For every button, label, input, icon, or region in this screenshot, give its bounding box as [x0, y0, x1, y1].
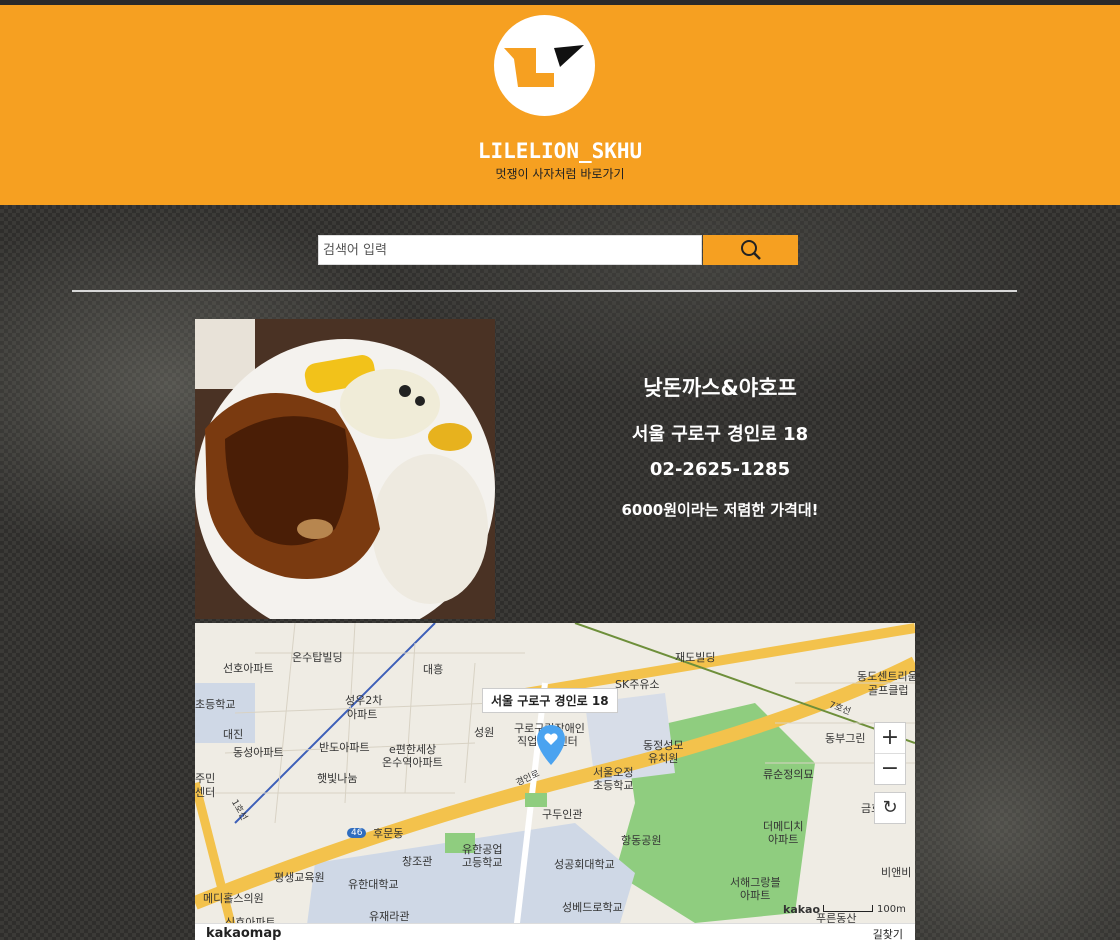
map-label: 초등학교 [195, 698, 236, 711]
restaurant-description: 6000원이라는 저렴한 가격대! [621, 501, 819, 519]
map-label: 항동공원 [621, 834, 662, 847]
map-label: 센터 [195, 786, 216, 799]
restaurant-phone: 02-2625-1285 [649, 459, 791, 480]
map-label: 대흥 [423, 663, 444, 676]
map-label: 온수탑빌딩 [292, 651, 343, 664]
restaurant-name: 낮돈까스&야호프 [643, 376, 797, 400]
restaurant-address: 서울 구로구 경인로 18 [631, 424, 809, 445]
brand-name[interactable]: LILELION_SKHU [0, 139, 1120, 163]
kakao-logo: kakao [783, 903, 821, 916]
map-label: 골프클럽 [868, 684, 909, 697]
map-label: 비앤비 [881, 866, 912, 879]
map-label: 동부그린 [825, 732, 866, 745]
search-button[interactable] [703, 235, 798, 265]
reset-button[interactable]: ↻ [875, 793, 905, 823]
zoom-controls: + − [874, 722, 906, 785]
map-label: 고등학교 [462, 856, 503, 869]
map-label: 유재라관 [369, 910, 410, 923]
map-label: 창조관 [402, 855, 433, 868]
section-divider [72, 290, 1017, 292]
map-label: 대진 [223, 728, 244, 741]
map-label: 구두인관 [542, 808, 583, 821]
map-label: 평생교육원 [274, 871, 325, 884]
directions-link[interactable]: 길찾기 [873, 926, 903, 940]
map-label: 후문동 [373, 827, 404, 840]
marker-label: 서울 구로구 경인로 18 [482, 688, 618, 713]
road-number-badge: 46 [347, 828, 367, 838]
search-icon [740, 240, 761, 260]
zoom-in-button[interactable]: + [875, 723, 905, 754]
restaurant-photo [195, 319, 495, 619]
zoom-out-button[interactable]: − [875, 754, 905, 784]
map-label: 메디홀스의원 [203, 892, 264, 905]
map-label: 아파트 [740, 889, 771, 902]
map-footer: kakaomap 길찾기 [195, 923, 915, 940]
kakao-map[interactable]: 재도빌딩 동도센트리움 골프클럽 선호아파트 온수탑빌딩 대흥 SK주유소 초등… [195, 623, 915, 940]
map-label: 아파트 [347, 708, 378, 721]
map-label: 온수역아파트 [382, 756, 443, 769]
location-marker-icon[interactable] [536, 723, 566, 767]
brand-tagline[interactable]: 멋쟁이 사자처럼 바로가기 [0, 165, 1120, 182]
reset-control: ↻ [874, 792, 906, 824]
map-label: 유치원 [648, 752, 679, 765]
map-label: 아파트 [768, 833, 799, 846]
map-label: 선호아파트 [223, 662, 274, 675]
lion-logo-icon [504, 45, 584, 87]
map-label: 성베드로학교 [562, 901, 623, 914]
lion-logo[interactable] [494, 15, 595, 116]
map-label: 동성아파트 [233, 746, 284, 759]
map-label: 초등학교 [593, 779, 634, 792]
map-label: 햇빛나눔 [317, 772, 358, 785]
site-header: LILELION_SKHU 멋쟁이 사자처럼 바로가기 [0, 5, 1120, 205]
map-label: 성원 [474, 726, 495, 739]
map-label: 유한대학교 [348, 878, 399, 891]
map-scale-bar [823, 905, 873, 912]
map-scale: 100m [877, 904, 906, 915]
map-label: 류순정의묘 [763, 768, 814, 781]
search-input[interactable] [318, 235, 702, 265]
map-label: SK주유소 [615, 678, 660, 691]
map-label: 성공회대학교 [554, 858, 615, 871]
kakaomap-logo[interactable]: kakaomap [206, 926, 281, 940]
map-label: 반도아파트 [319, 741, 370, 754]
map-label: 재도빌딩 [675, 651, 716, 664]
